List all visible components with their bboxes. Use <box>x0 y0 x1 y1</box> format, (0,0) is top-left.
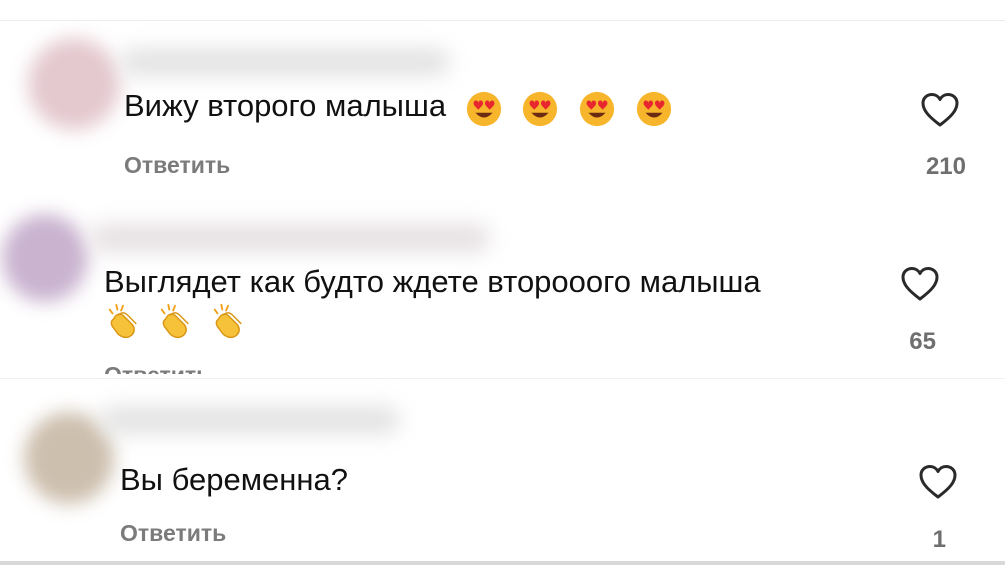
clapping-hands-emoji <box>161 303 190 339</box>
comment-text-content: Выглядет как будто ждете второоого малыш… <box>104 264 761 299</box>
emoji-group <box>465 87 683 128</box>
comment-item: Выглядет как будто ждете второоого малыш… <box>0 196 1005 378</box>
reply-button[interactable]: Ответить <box>124 152 230 179</box>
heart-outline-icon[interactable] <box>918 464 958 500</box>
comment-text-content: Вижу второго малыша <box>124 88 447 123</box>
comment-text: Вы беременна? <box>120 460 348 500</box>
heart-outline-icon[interactable] <box>920 92 960 128</box>
heart-eyes-emoji <box>523 92 558 127</box>
like-count: 210 <box>925 153 966 180</box>
heart-eyes-emoji <box>579 92 615 127</box>
username[interactable] <box>90 224 490 252</box>
like-count: 1 <box>932 526 946 553</box>
reply-button[interactable]: Ответить <box>120 520 226 547</box>
avatar[interactable] <box>2 214 88 302</box>
heart-outline-icon[interactable] <box>900 266 940 302</box>
username[interactable] <box>120 48 450 76</box>
heart-eyes-emoji <box>636 92 671 127</box>
avatar[interactable] <box>28 38 120 130</box>
clapping-hands-emoji <box>108 303 137 339</box>
divider <box>0 378 1005 379</box>
clapping-hands-emoji <box>213 303 242 339</box>
emoji-group <box>104 302 257 340</box>
bottom-border <box>0 561 1005 565</box>
heart-eyes-emoji <box>466 92 501 127</box>
reply-clip: Ответить <box>104 362 304 374</box>
comment-item: Вы беременна? Ответить 1 <box>0 386 1005 561</box>
username[interactable] <box>100 406 400 434</box>
comment-item: Вижу второго малыша Ответить 210 <box>0 0 1005 200</box>
comment-text: Выглядет как будто ждете второоого малыш… <box>104 262 864 302</box>
comment-text-content: Вы беременна? <box>120 462 348 497</box>
reply-button[interactable]: Ответить <box>104 362 210 374</box>
comment-text: Вижу второго малыша <box>124 86 683 128</box>
like-count: 65 <box>909 328 936 355</box>
